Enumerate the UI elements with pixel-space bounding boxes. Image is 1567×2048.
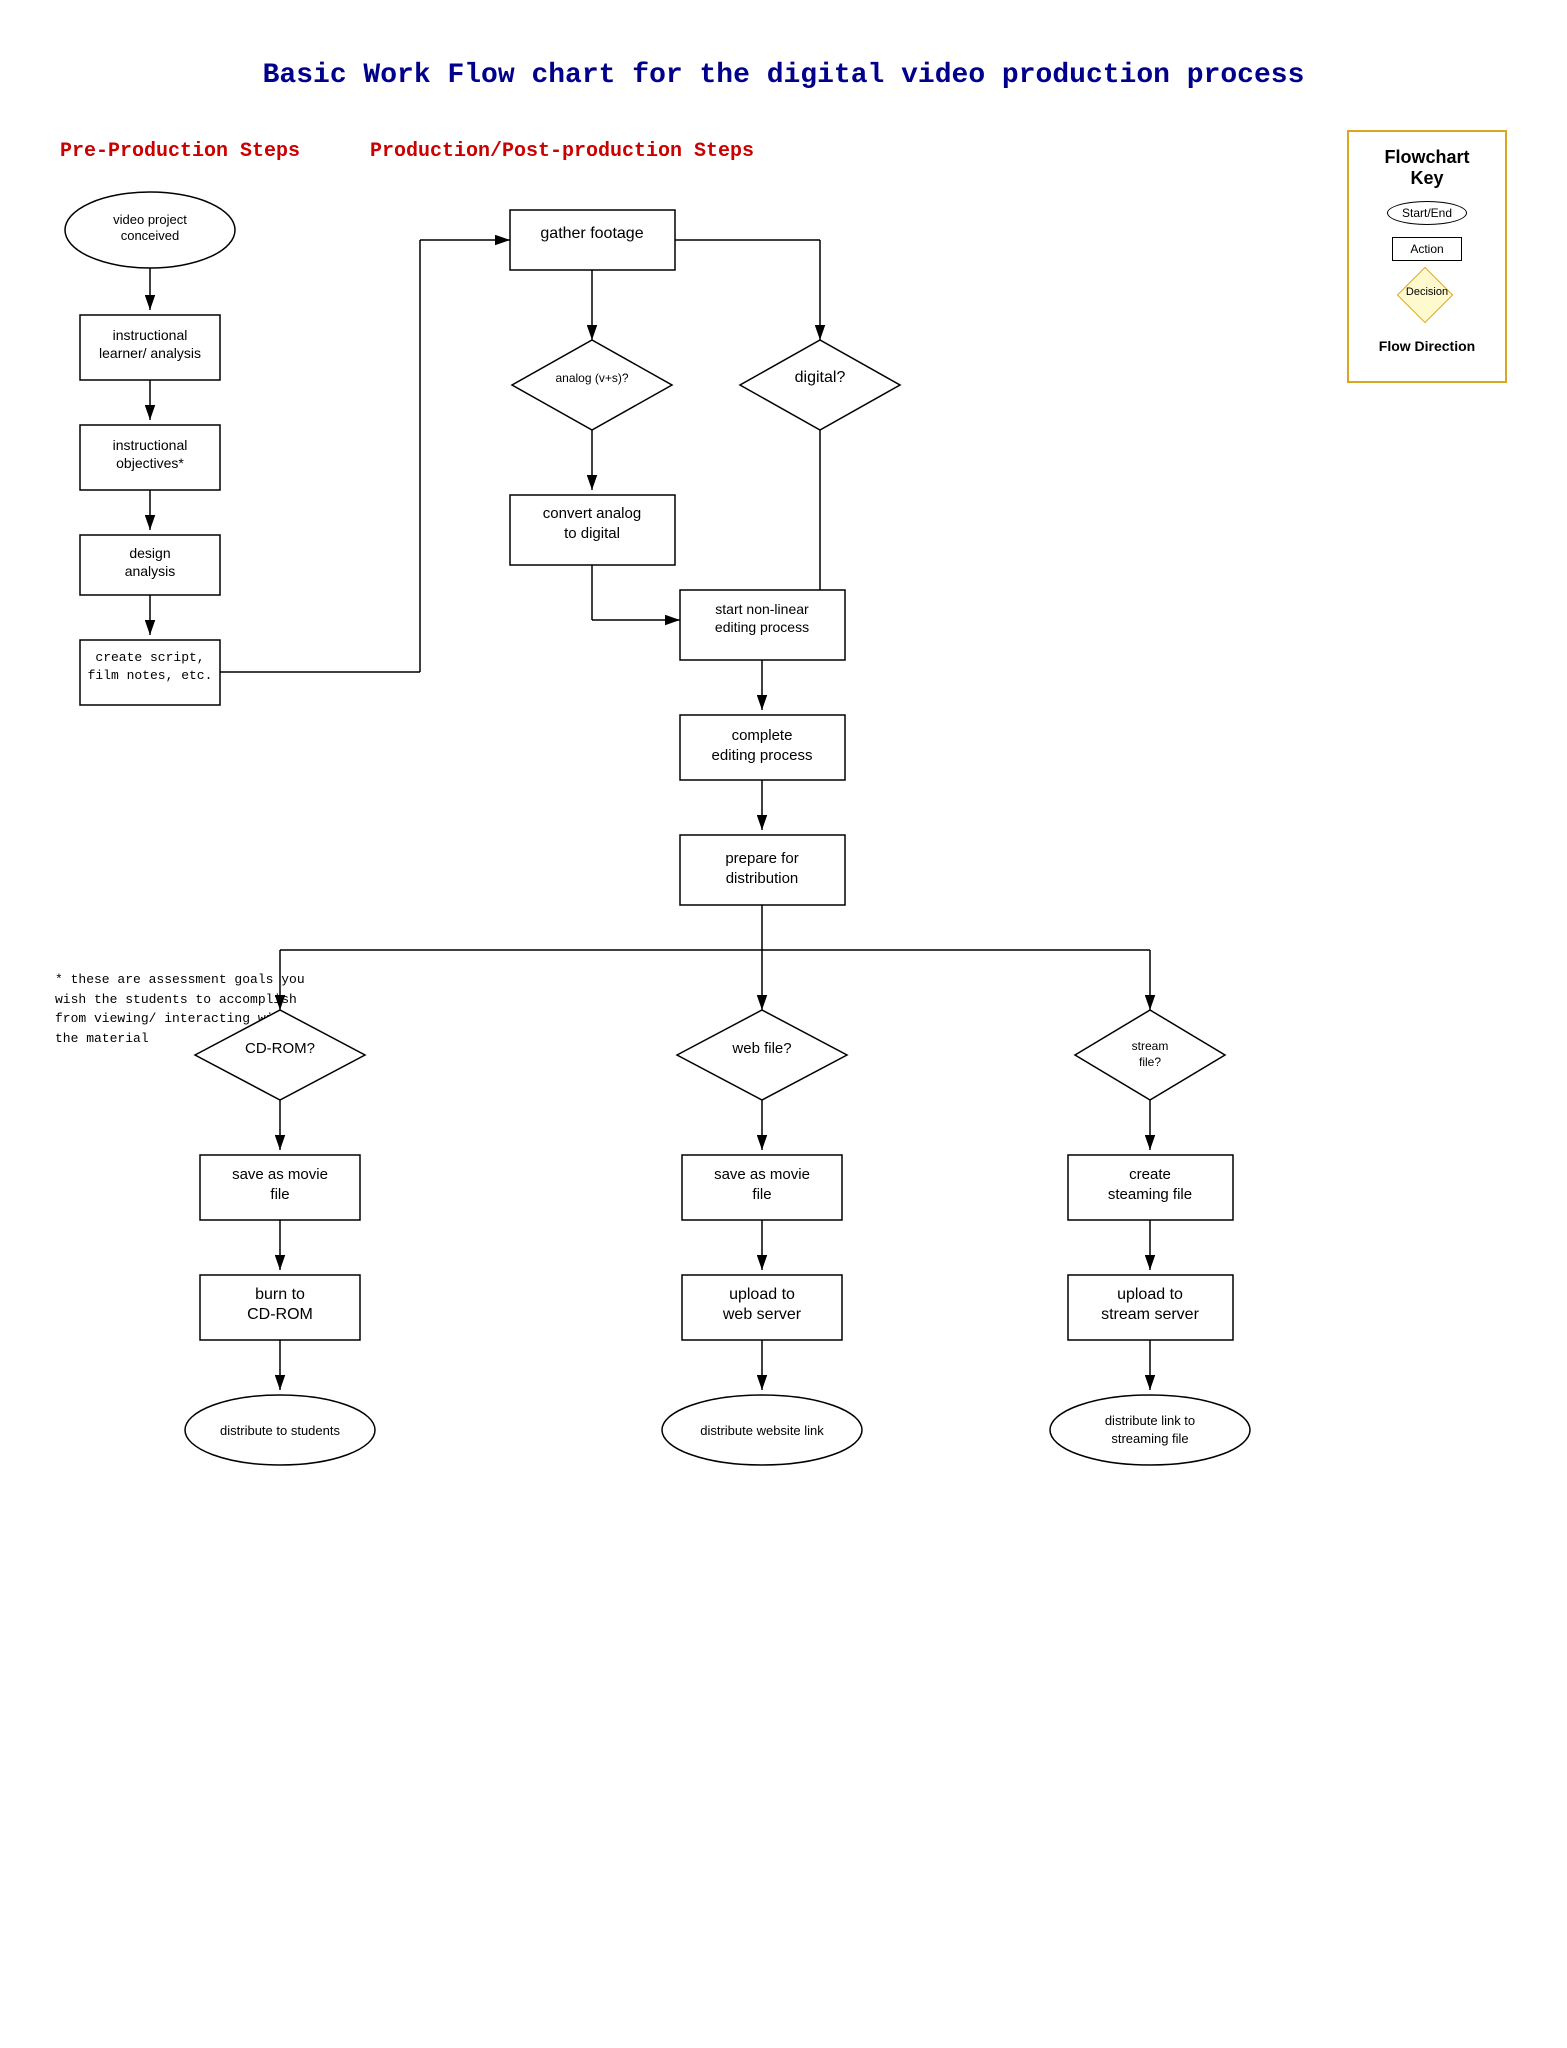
- svg-text:steaming file: steaming file: [1108, 1186, 1192, 1203]
- svg-text:file?: file?: [1139, 1055, 1161, 1069]
- svg-text:to digital: to digital: [564, 525, 620, 542]
- svg-text:editing process: editing process: [712, 747, 813, 764]
- svg-text:complete: complete: [732, 727, 793, 744]
- key-rect: Action: [1392, 237, 1462, 261]
- svg-text:instructional: instructional: [113, 437, 188, 453]
- svg-text:distribute to students: distribute to students: [220, 1423, 340, 1438]
- svg-text:objectives*: objectives*: [116, 455, 184, 471]
- svg-text:learner/ analysis: learner/ analysis: [99, 345, 201, 361]
- key-diamond-label: Decision: [1387, 286, 1467, 298]
- svg-text:CD-ROM: CD-ROM: [247, 1306, 313, 1323]
- svg-text:distribute link to: distribute link to: [1105, 1413, 1195, 1428]
- svg-text:file: file: [752, 1186, 771, 1203]
- production-label: Production/Post-production Steps: [370, 140, 754, 163]
- svg-text:video project: video project: [113, 212, 187, 227]
- svg-text:design: design: [129, 545, 170, 561]
- svg-text:save as movie: save as movie: [714, 1166, 810, 1183]
- svg-text:create: create: [1129, 1166, 1171, 1183]
- svg-text:start non-linear: start non-linear: [715, 601, 809, 617]
- svg-text:file: file: [270, 1186, 289, 1203]
- page-title: Basic Work Flow chart for the digital vi…: [0, 0, 1567, 121]
- svg-text:web file?: web file?: [731, 1040, 791, 1057]
- svg-text:create script,: create script,: [95, 650, 204, 665]
- svg-text:editing process: editing process: [715, 619, 809, 635]
- key-flow-label: Flow Direction: [1379, 338, 1475, 354]
- svg-text:distribution: distribution: [726, 870, 799, 887]
- svg-text:burn to: burn to: [255, 1286, 305, 1303]
- key-oval: Start/End: [1387, 201, 1467, 225]
- svg-text:upload to: upload to: [729, 1286, 795, 1303]
- svg-text:gather footage: gather footage: [540, 225, 643, 242]
- key-title: Flowchart Key: [1369, 147, 1485, 189]
- svg-text:convert analog: convert analog: [543, 505, 641, 522]
- svg-text:upload to: upload to: [1117, 1286, 1183, 1303]
- svg-text:web server: web server: [722, 1306, 802, 1323]
- svg-text:save as movie: save as movie: [232, 1166, 328, 1183]
- svg-text:instructional: instructional: [113, 327, 188, 343]
- svg-text:stream: stream: [1132, 1039, 1169, 1053]
- footnote: * these are assessment goals you wish th…: [55, 970, 315, 1048]
- svg-text:film notes, etc.: film notes, etc.: [88, 668, 213, 683]
- svg-text:conceived: conceived: [121, 228, 180, 243]
- svg-text:analysis: analysis: [125, 563, 176, 579]
- svg-text:digital?: digital?: [795, 369, 846, 386]
- pre-production-label: Pre-Production Steps: [60, 140, 300, 163]
- svg-text:distribute website link: distribute website link: [700, 1423, 824, 1438]
- svg-text:prepare for: prepare for: [725, 850, 798, 867]
- flowchart-key: Flowchart Key Start/End Action Decision …: [1347, 130, 1507, 383]
- svg-text:streaming file: streaming file: [1111, 1431, 1188, 1446]
- svg-text:stream server: stream server: [1101, 1306, 1199, 1323]
- svg-text:analog (v+s)?: analog (v+s)?: [555, 371, 628, 385]
